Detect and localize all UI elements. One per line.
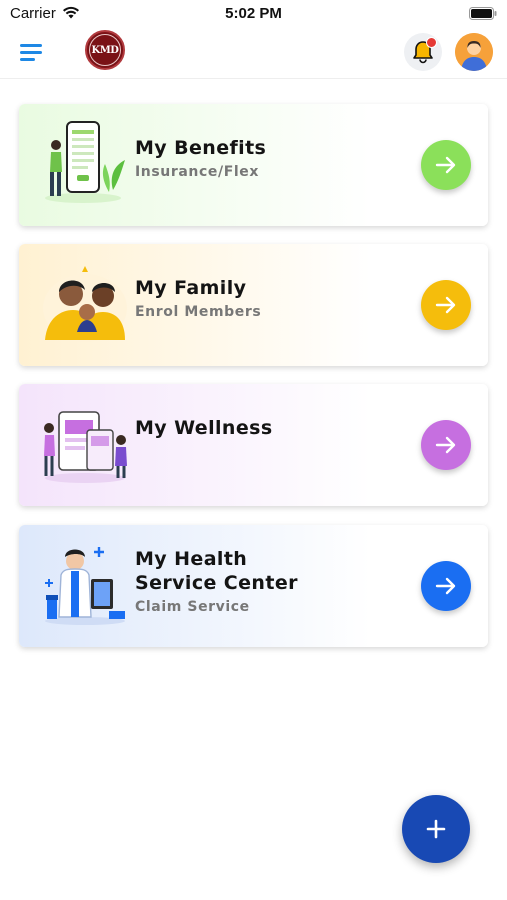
card-title: My Benefits (135, 137, 267, 159)
avatar-icon (455, 33, 493, 71)
family-card-text: My Family Enrol Members (135, 276, 395, 320)
benefits-card[interactable]: My Benefits Insurance/Flex (19, 104, 488, 226)
card-title: My Wellness (135, 417, 273, 439)
family-arrow-button[interactable] (421, 280, 471, 330)
battery-icon (469, 7, 497, 20)
wellness-illustration (44, 411, 127, 483)
logo-text: KMD (89, 34, 121, 66)
card-subtitle: Claim Service (135, 599, 250, 615)
arrow-right-icon (435, 296, 456, 314)
menu-icon (20, 44, 42, 47)
wellness-card-text: My Wellness (135, 416, 395, 444)
family-illustration (43, 266, 127, 342)
benefits-arrow-button[interactable] (421, 140, 471, 190)
health-service-arrow-button[interactable] (421, 561, 471, 611)
arrow-right-icon (435, 436, 456, 454)
user-avatar[interactable] (455, 33, 493, 71)
arrow-right-icon (435, 577, 456, 595)
menu-icon-bar (20, 58, 35, 61)
card-title: My Health Service Center (135, 548, 298, 594)
card-title: My Family (135, 277, 247, 299)
card-subtitle: Enrol Members (135, 304, 262, 320)
notifications-button[interactable] (404, 33, 442, 71)
status-bar: Carrier 5:02 PM (0, 0, 507, 28)
company-logo: KMD (85, 30, 125, 70)
arrow-right-icon (435, 156, 456, 174)
phone-benefits-illustration (45, 121, 125, 203)
menu-button[interactable] (20, 42, 46, 64)
card-subtitle: Insurance/Flex (135, 164, 259, 180)
wellness-arrow-button[interactable] (421, 420, 471, 470)
health-service-illustration (45, 547, 125, 625)
benefits-card-text: My Benefits Insurance/Flex (135, 136, 395, 180)
health-service-card[interactable]: My Health Service Center Claim Service (19, 525, 488, 647)
menu-icon-bar (20, 51, 42, 54)
wellness-card[interactable]: My Wellness (19, 384, 488, 506)
status-time: 5:02 PM (225, 5, 282, 22)
add-fab-button[interactable] (402, 795, 470, 863)
notification-badge (426, 37, 437, 48)
plus-icon (426, 819, 446, 839)
app-header: KMD (0, 28, 507, 79)
family-card[interactable]: My Family Enrol Members (19, 244, 488, 366)
health-service-card-text: My Health Service Center Claim Service (135, 547, 395, 615)
